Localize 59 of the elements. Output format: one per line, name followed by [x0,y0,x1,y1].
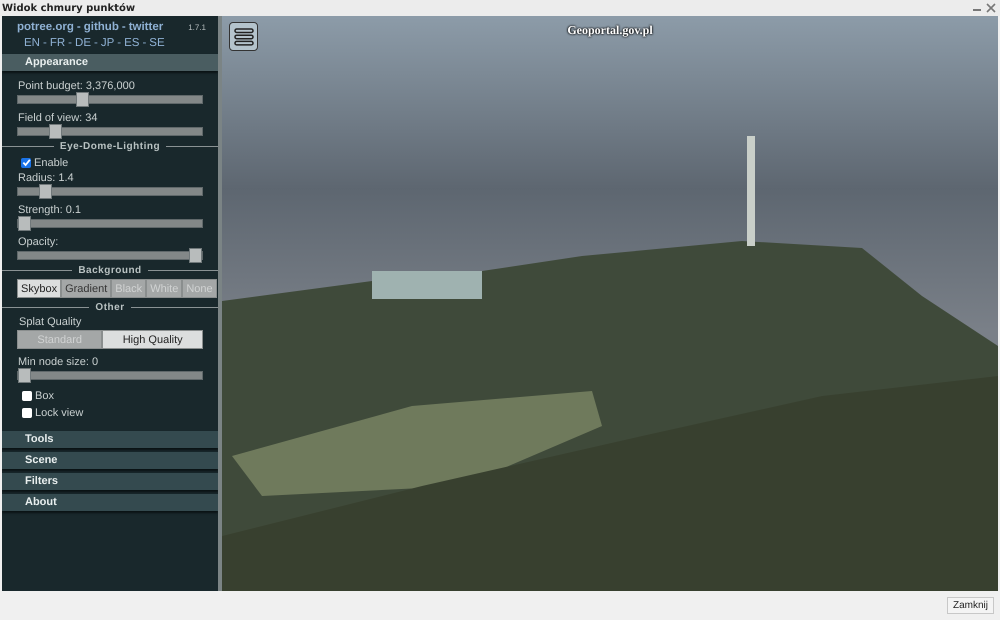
window-title: Widok chmury punktów [2,2,136,14]
slider-thumb[interactable] [18,216,31,231]
section-header[interactable]: Appearance [2,54,218,71]
attribution-text: Geoportal.gov.pl [567,23,653,38]
group-heading: Background [78,265,142,276]
slider-thumb[interactable] [18,368,31,383]
section-header[interactable]: Scene [2,452,218,469]
link-separator: - [76,21,81,33]
slider-label: Opacity: [17,236,60,248]
slider-track[interactable] [17,95,203,104]
slider-thumb[interactable] [189,248,202,263]
checkbox-label: Lock view [35,406,84,418]
slider-label: Field of view: 34 [17,112,98,124]
checkbox-label: Box [35,390,54,402]
link-separator: - [122,21,126,33]
version-label: 1.7.1 [188,22,206,32]
language-link[interactable]: JP [100,37,114,53]
slider-track[interactable] [17,127,203,136]
point-cloud-landscape-drawing[interactable] [222,16,998,591]
slider-track[interactable] [17,371,203,380]
language-link[interactable]: ES [124,37,140,53]
slider-label: Point budget: 3,376,000 [17,80,136,92]
toggle-option[interactable]: Gradient [61,279,112,298]
slider-track[interactable] [17,219,203,228]
slider-track[interactable] [17,251,203,260]
slider-thumb[interactable] [76,92,90,107]
slider-label: Radius: 1.4 [17,172,75,184]
language-separator: - [142,37,146,51]
language-separator: - [42,37,47,51]
slider-label: Min node size: 0 [17,356,100,368]
group-heading: Eye-Dome-Lighting [60,141,160,152]
close-button[interactable]: Zamknij [946,597,994,614]
close-icon[interactable] [986,3,996,13]
language-separator: - [68,37,72,51]
section-header[interactable]: Filters [2,473,218,490]
checkbox[interactable] [21,158,31,168]
group-heading: Other [95,302,125,313]
checkbox-label: Enable [34,156,68,168]
checkbox[interactable] [22,408,32,418]
section-header[interactable]: Tools [2,431,218,448]
header-link[interactable]: github [84,21,119,33]
toggle-option[interactable]: Skybox [17,279,62,298]
checkbox[interactable] [22,390,32,400]
toggle-option[interactable]: High Quality [102,330,204,349]
language-separator: - [94,37,98,51]
slider-track[interactable] [17,187,203,196]
language-link[interactable]: FR [50,37,66,53]
language-link[interactable]: DE [75,37,91,53]
language-separator: - [117,37,122,51]
header-link[interactable]: twitter [128,21,164,33]
language-link[interactable]: EN [24,37,40,53]
option-label: Splat Quality [19,316,82,328]
slider-label: Strength: 0.1 [17,204,82,216]
header-link[interactable]: potree.org [17,21,74,33]
slider-thumb[interactable] [48,124,62,139]
language-link[interactable]: SE [149,37,165,53]
menu-button[interactable] [229,22,258,51]
section-header[interactable]: About [2,494,218,511]
slider-thumb[interactable] [38,184,52,199]
